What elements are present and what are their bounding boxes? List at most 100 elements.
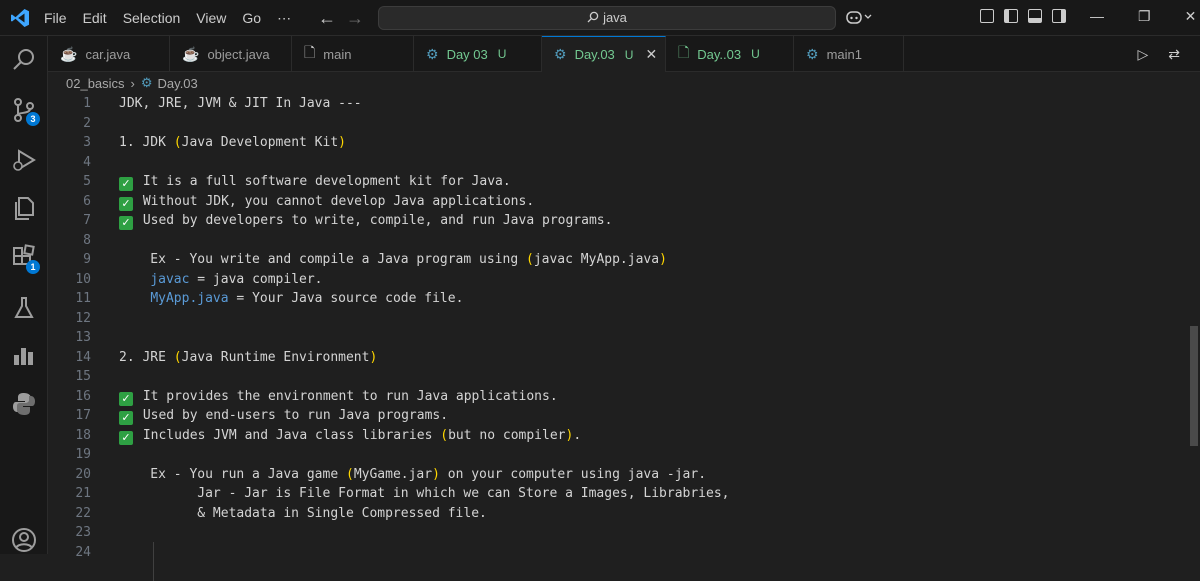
- menu-file[interactable]: File: [36, 10, 75, 26]
- line-content: & Metadata in Single Compressed file.: [119, 504, 487, 524]
- restore-icon[interactable]: ❐: [1138, 8, 1151, 25]
- untracked-badge: U: [751, 47, 760, 61]
- checkmark-icon: ✓: [119, 196, 133, 211]
- testing-flask-icon[interactable]: [10, 294, 38, 322]
- text-token: It is a full software development kit fo…: [135, 174, 511, 189]
- line-number: 23: [75, 525, 91, 540]
- menu-selection[interactable]: Selection: [115, 10, 189, 26]
- tab-label: Day..03: [697, 46, 742, 62]
- line-number: 17: [75, 408, 91, 423]
- breadcrumb-folder[interactable]: 02_basics: [66, 76, 125, 91]
- close-window-icon[interactable]: ✕: [1185, 8, 1197, 25]
- forward-arrow-icon[interactable]: →: [346, 8, 364, 28]
- chevron-right-icon: ›: [130, 75, 135, 91]
- code-line[interactable]: 24: [48, 543, 1178, 563]
- code-line[interactable]: 16 ✓ It provides the environment to run J…: [48, 387, 1178, 407]
- search-icon: [587, 11, 599, 23]
- code-line[interactable]: 4: [48, 153, 1178, 173]
- line-number: 4: [83, 154, 91, 170]
- code-line[interactable]: 23: [48, 523, 1178, 543]
- account-icon[interactable]: [10, 526, 38, 554]
- code-line[interactable]: 22 & Metadata in Single Compressed file.: [48, 504, 1178, 524]
- layout-controls: [980, 9, 1066, 23]
- text-token: Jar - Jar is File Format in which we can…: [119, 486, 730, 501]
- vscode-logo-icon: [11, 9, 29, 27]
- text-token: on your computer using java -jar.: [439, 466, 707, 482]
- run-icon[interactable]: ▷: [1137, 46, 1148, 63]
- menu-more[interactable]: ⋯: [269, 10, 299, 27]
- explorer-search-icon[interactable]: [10, 46, 38, 74]
- code-line[interactable]: 9 Ex - You write and compile a Java prog…: [48, 250, 1178, 270]
- explorer-files-icon[interactable]: [10, 194, 38, 222]
- code-line[interactable]: 10 javac = java compiler.: [48, 270, 1178, 290]
- breadcrumb-file[interactable]: Day.03: [158, 76, 198, 91]
- code-line[interactable]: 2: [48, 114, 1178, 134]
- tab-main1[interactable]: ⚙ main1: [794, 36, 904, 72]
- code-line[interactable]: 14 2. JRE (Java Runtime Environment): [48, 348, 1178, 368]
- menu-go[interactable]: Go: [234, 10, 269, 26]
- code-line[interactable]: 15: [48, 367, 1178, 387]
- line-number: 24: [75, 544, 91, 560]
- extensions-badge: 1: [26, 260, 40, 274]
- back-arrow-icon[interactable]: ←: [318, 8, 336, 28]
- activity-bar: 3 1: [0, 36, 48, 554]
- copilot-icon[interactable]: [846, 9, 874, 28]
- code-line[interactable]: 12: [48, 309, 1178, 329]
- line-number: 5: [83, 174, 91, 189]
- editor-actions: ▷ ⇄: [1137, 46, 1180, 63]
- run-debug-icon[interactable]: [10, 146, 38, 174]
- line-number: 12: [75, 310, 91, 326]
- text-token: = java compiler.: [189, 271, 323, 287]
- toggle-panel-icon[interactable]: [1028, 9, 1042, 23]
- text-token: 1. JDK: [119, 135, 174, 150]
- code-line[interactable]: 18 ✓ Includes JVM and Java class librarie…: [48, 426, 1178, 446]
- line-number: 19: [75, 447, 91, 462]
- python-icon[interactable]: [10, 390, 38, 418]
- close-tab-icon[interactable]: ✕: [645, 46, 657, 63]
- code-line[interactable]: 8: [48, 231, 1178, 251]
- menu-edit[interactable]: Edit: [75, 10, 115, 26]
- charts-icon[interactable]: [10, 342, 38, 370]
- bracket-token: (: [345, 466, 354, 482]
- code-editor[interactable]: 1 JDK, JRE, JVM & JIT In Java --- 2 3 1. JDK…: [48, 94, 1188, 581]
- toggle-secondary-sidebar-icon[interactable]: [1052, 9, 1066, 23]
- text-token: Java Development Kit: [181, 135, 339, 150]
- code-line[interactable]: 20 Ex - You run a Java game (MyGame.jar)…: [48, 465, 1178, 485]
- untracked-badge: U: [497, 47, 507, 61]
- line-number: 1: [83, 96, 91, 111]
- line-number: 13: [75, 330, 91, 345]
- code-line[interactable]: 5 ✓ It is a full software development kit…: [48, 172, 1178, 192]
- code-line[interactable]: 21 Jar - Jar is File Format in which we …: [48, 484, 1178, 504]
- line-number: 18: [75, 427, 91, 443]
- text-token: Used by developers to write, compile, an…: [135, 213, 613, 228]
- line-content: ✓ Includes JVM and Java class libraries …: [119, 426, 581, 446]
- compare-changes-icon[interactable]: ⇄: [1168, 46, 1180, 63]
- tab-main[interactable]: 🗋 main: [292, 36, 414, 72]
- command-center-search[interactable]: java: [378, 6, 836, 30]
- text-token: 2. JRE: [119, 349, 174, 365]
- customize-layout-icon[interactable]: [980, 9, 994, 23]
- editor-scrollbar[interactable]: [1188, 94, 1200, 554]
- code-line[interactable]: 19: [48, 445, 1178, 465]
- scrollbar-thumb[interactable]: [1190, 326, 1198, 446]
- minimize-icon[interactable]: —: [1090, 8, 1104, 25]
- tab-car-java[interactable]: ☕ car.java: [48, 36, 170, 72]
- text-token: & Metadata in Single Compressed file.: [119, 505, 487, 521]
- code-line[interactable]: 3 1. JDK (Java Development Kit): [48, 133, 1178, 153]
- tab-day.03-active[interactable]: ⚙ Day.03 U ✕: [542, 36, 666, 72]
- code-line[interactable]: 1 JDK, JRE, JVM & JIT In Java ---: [48, 94, 1178, 114]
- editor-tabs: ☕ car.java ☕ object.java 🗋 main ⚙ Day 03 U ⚙ D…: [48, 36, 1200, 72]
- code-line[interactable]: 13: [48, 328, 1178, 348]
- code-line[interactable]: 7 ✓ Used by developers to write, compile,…: [48, 211, 1178, 231]
- code-line[interactable]: 6 ✓ Without JDK, you cannot develop Java …: [48, 192, 1178, 212]
- line-number: 22: [75, 505, 91, 521]
- code-line[interactable]: 17 ✓ Used by end-users to run Java progra…: [48, 406, 1178, 426]
- code-line[interactable]: 11 MyApp.java = Your Java source code fi…: [48, 289, 1178, 309]
- tab-day..03[interactable]: 🗋 Day..03 U: [666, 36, 794, 72]
- tab-object-java[interactable]: ☕ object.java: [170, 36, 292, 72]
- menu-view[interactable]: View: [188, 10, 234, 26]
- tab-day-03[interactable]: ⚙ Day 03 U: [414, 36, 542, 72]
- toggle-sidebar-icon[interactable]: [1004, 9, 1018, 23]
